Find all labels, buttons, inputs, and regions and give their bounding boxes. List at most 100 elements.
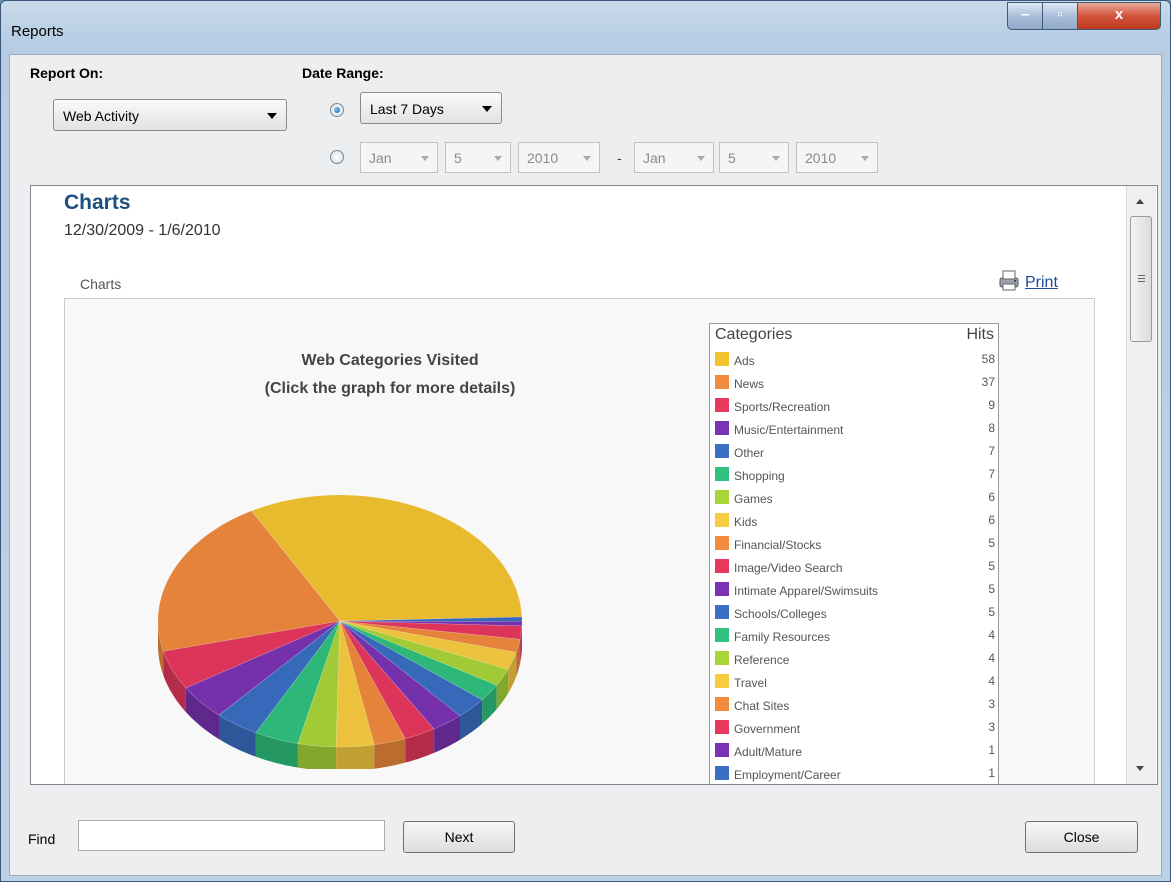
close-button[interactable]: Close	[1025, 821, 1138, 853]
legend-swatch	[715, 720, 729, 734]
minimize-icon: –	[1020, 6, 1030, 23]
legend-item: Shopping 7	[715, 465, 995, 488]
legend-item: Intimate Apparel/Swimsuits 5	[715, 580, 995, 603]
legend-value: 4	[988, 628, 995, 642]
legend-value: 3	[988, 697, 995, 711]
preset-range-dropdown[interactable]: Last 7 Days	[360, 92, 502, 124]
to-day-value: 5	[728, 150, 736, 166]
legend-item: Reference 4	[715, 649, 995, 672]
legend-label: Chat Sites	[734, 699, 790, 713]
date-range-label: Date Range:	[302, 65, 384, 81]
scroll-down-icon[interactable]	[1136, 766, 1144, 771]
window-title: Reports	[11, 23, 64, 40]
legend-label: Reference	[734, 653, 790, 667]
from-day-select[interactable]: 5	[445, 142, 511, 173]
legend-swatch	[715, 582, 729, 596]
from-day-value: 5	[454, 150, 462, 166]
chevron-down-icon	[421, 156, 429, 161]
find-input[interactable]	[78, 820, 385, 851]
legend-item: Financial/Stocks 5	[715, 534, 995, 557]
maximize-button[interactable]: ▫	[1042, 2, 1078, 30]
legend-swatch	[715, 444, 729, 458]
legend-label: News	[734, 377, 765, 391]
legend-swatch	[715, 697, 729, 711]
pie-slice-side[interactable]	[336, 744, 375, 769]
legend-swatch	[715, 628, 729, 642]
preset-range-radio[interactable]	[330, 103, 344, 117]
legend-label: Kids	[734, 515, 758, 529]
legend-label: Sports/Recreation	[734, 400, 831, 414]
section-label: Charts	[80, 276, 122, 292]
report-heading: Charts	[64, 191, 131, 214]
legend-item: Other 7	[715, 442, 995, 465]
close-icon: x	[1114, 6, 1124, 23]
chevron-down-icon	[482, 106, 492, 112]
legend-item: Adult/Mature 1	[715, 741, 995, 764]
legend-hits-header: Hits	[966, 326, 994, 343]
legend-label: Financial/Stocks	[734, 538, 822, 552]
chevron-down-icon	[772, 156, 780, 161]
chevron-down-icon	[583, 156, 591, 161]
range-separator: -	[617, 150, 622, 166]
from-year-select[interactable]: 2010	[518, 142, 600, 173]
legend-swatch	[715, 766, 729, 780]
scroll-thumb[interactable]	[1130, 216, 1152, 342]
legend-value: 1	[988, 766, 995, 780]
legend-swatch	[715, 605, 729, 619]
legend-swatch	[715, 743, 729, 757]
legend-value: 37	[981, 375, 995, 389]
legend-item: Employment/Career 1	[715, 764, 995, 784]
to-day-select[interactable]: 5	[719, 142, 789, 173]
pie-top	[157, 494, 523, 748]
legend-item: Government 3	[715, 718, 995, 741]
legend-swatch	[715, 352, 729, 366]
vertical-scrollbar[interactable]	[1126, 186, 1156, 784]
legend-swatch	[715, 375, 729, 389]
legend-value: 6	[988, 490, 995, 504]
legend-value: 5	[988, 559, 995, 573]
legend-label: Employment/Career	[734, 768, 841, 782]
custom-range-radio[interactable]	[330, 150, 344, 164]
legend-item: Chat Sites 3	[715, 695, 995, 718]
print-label[interactable]: Print	[1025, 274, 1058, 292]
report-on-dropdown[interactable]: Web Activity	[53, 99, 287, 131]
legend-label: Shopping	[734, 469, 785, 483]
pie-slice-side[interactable]	[297, 743, 337, 769]
legend-value: 3	[988, 720, 995, 734]
legend-value: 4	[988, 651, 995, 665]
to-year-select[interactable]: 2010	[796, 142, 878, 173]
reports-window: Reports – ▫ x Report On: Web Activity Da…	[0, 0, 1171, 882]
legend-swatch	[715, 513, 729, 527]
legend-value: 9	[988, 398, 995, 412]
legend-item: News 37	[715, 373, 995, 396]
legend-item: Family Resources 4	[715, 626, 995, 649]
report-view[interactable]: Charts 12/30/2009 - 1/6/2010 Charts Prin…	[30, 185, 1158, 785]
to-month-select[interactable]: Jan	[634, 142, 714, 173]
minimize-button[interactable]: –	[1007, 2, 1043, 30]
chevron-down-icon	[267, 113, 277, 119]
report-on-value: Web Activity	[63, 108, 139, 124]
legend-label: Image/Video Search	[734, 561, 843, 575]
pie-chart[interactable]	[65, 299, 625, 769]
legend-item: Image/Video Search 5	[715, 557, 995, 580]
grip-icon	[1138, 275, 1145, 276]
legend-swatch	[715, 398, 729, 412]
scroll-up-icon[interactable]	[1136, 199, 1144, 204]
legend-item: Sports/Recreation 9	[715, 396, 995, 419]
close-window-button[interactable]: x	[1077, 2, 1161, 30]
legend-swatch	[715, 674, 729, 688]
legend-value: 58	[981, 352, 995, 366]
legend-item: Music/Entertainment 8	[715, 419, 995, 442]
from-month-select[interactable]: Jan	[360, 142, 438, 173]
legend-label: Other	[734, 446, 765, 460]
legend-swatch	[715, 421, 729, 435]
chart-panel: Web Categories Visited (Click the graph …	[64, 298, 1095, 784]
title-bar[interactable]: Reports – ▫ x	[1, 1, 1170, 43]
find-label: Find	[28, 831, 56, 847]
legend-item: Games 6	[715, 488, 995, 511]
legend-value: 7	[988, 467, 995, 481]
legend-item: Schools/Colleges 5	[715, 603, 995, 626]
legend-label: Family Resources	[734, 630, 831, 644]
legend-label: Adult/Mature	[734, 745, 803, 759]
next-button[interactable]: Next	[403, 821, 515, 853]
